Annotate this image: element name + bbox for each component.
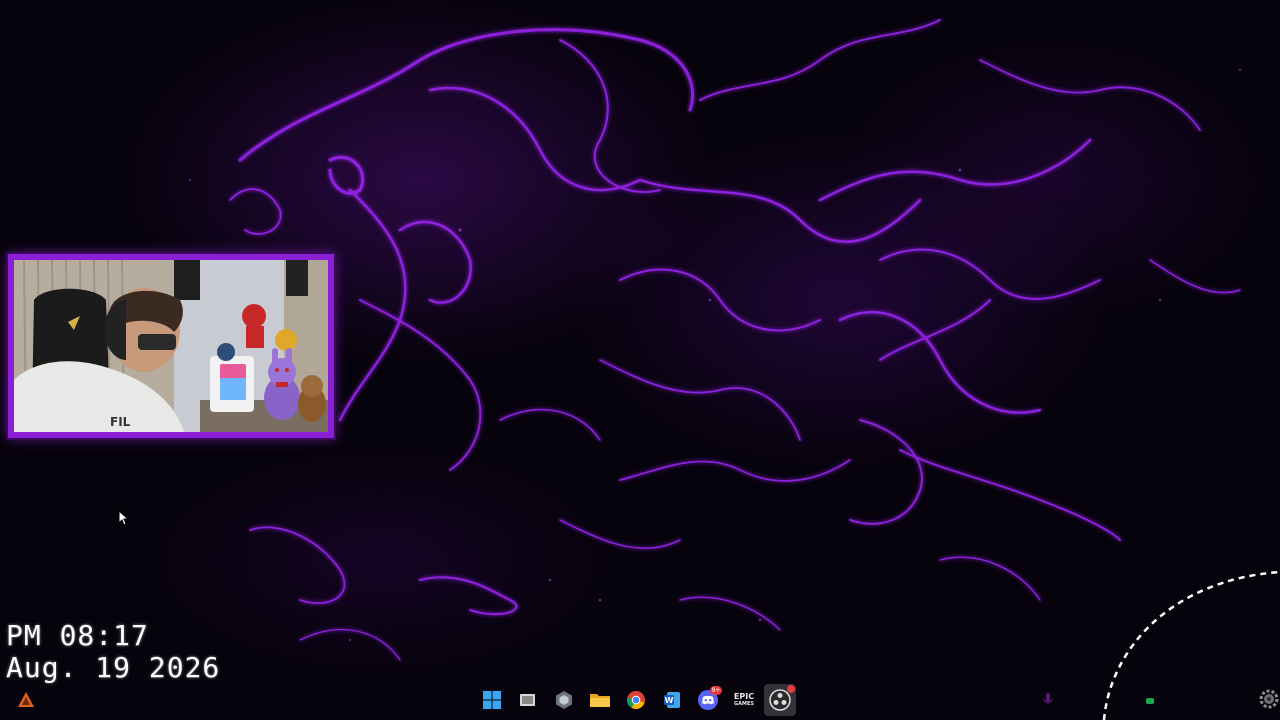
desktop: FIL PM 08:17 Aug. 19 2026 W 9+ EPIC GAME… — [0, 0, 1280, 720]
gear-icon[interactable] — [1258, 688, 1280, 710]
status-indicator-icon — [1146, 698, 1154, 704]
task-view-icon — [520, 694, 535, 706]
chrome-button[interactable] — [620, 684, 652, 716]
epic-games-button[interactable]: EPIC GAMES — [728, 684, 760, 716]
taskbar: W 9+ EPIC GAMES — [476, 684, 796, 716]
webcam-overlay: FIL — [6, 252, 336, 440]
epic-games-label: EPIC — [733, 692, 755, 701]
svg-text:FIL: FIL — [110, 415, 131, 429]
task-view-button[interactable] — [512, 684, 544, 716]
chrome-icon — [626, 691, 645, 709]
obs-recording-indicator — [787, 685, 795, 693]
start-button[interactable] — [476, 684, 508, 716]
word-icon-letter: W — [665, 696, 674, 705]
hex-app-button[interactable] — [548, 684, 580, 716]
clock-date: Aug. 19 2026 — [6, 651, 221, 684]
epic-games-sublabel: GAMES — [734, 701, 754, 707]
folder-icon — [590, 694, 610, 707]
hexagon-app-icon — [556, 691, 572, 709]
dashed-circle-overlay — [1102, 570, 1280, 720]
clock-time: PM 08:17 — [6, 619, 149, 652]
epic-games-icon: EPIC GAMES — [733, 692, 755, 708]
warning-app-icon[interactable] — [16, 690, 36, 710]
obs-button[interactable] — [764, 684, 796, 716]
word-button[interactable]: W — [656, 684, 688, 716]
mouse-cursor-icon — [118, 510, 130, 526]
webcam-video-image: FIL — [14, 260, 328, 432]
microphone-icon[interactable] — [1042, 692, 1054, 706]
discord-button[interactable]: 9+ — [692, 684, 724, 716]
discord-notification-badge: 9+ — [710, 686, 722, 695]
clock-overlay: PM 08:17 Aug. 19 2026 — [6, 620, 220, 684]
word-icon: W — [664, 692, 680, 708]
obs-icon — [769, 689, 791, 711]
file-explorer-button[interactable] — [584, 684, 616, 716]
windows-logo-icon — [483, 691, 501, 709]
